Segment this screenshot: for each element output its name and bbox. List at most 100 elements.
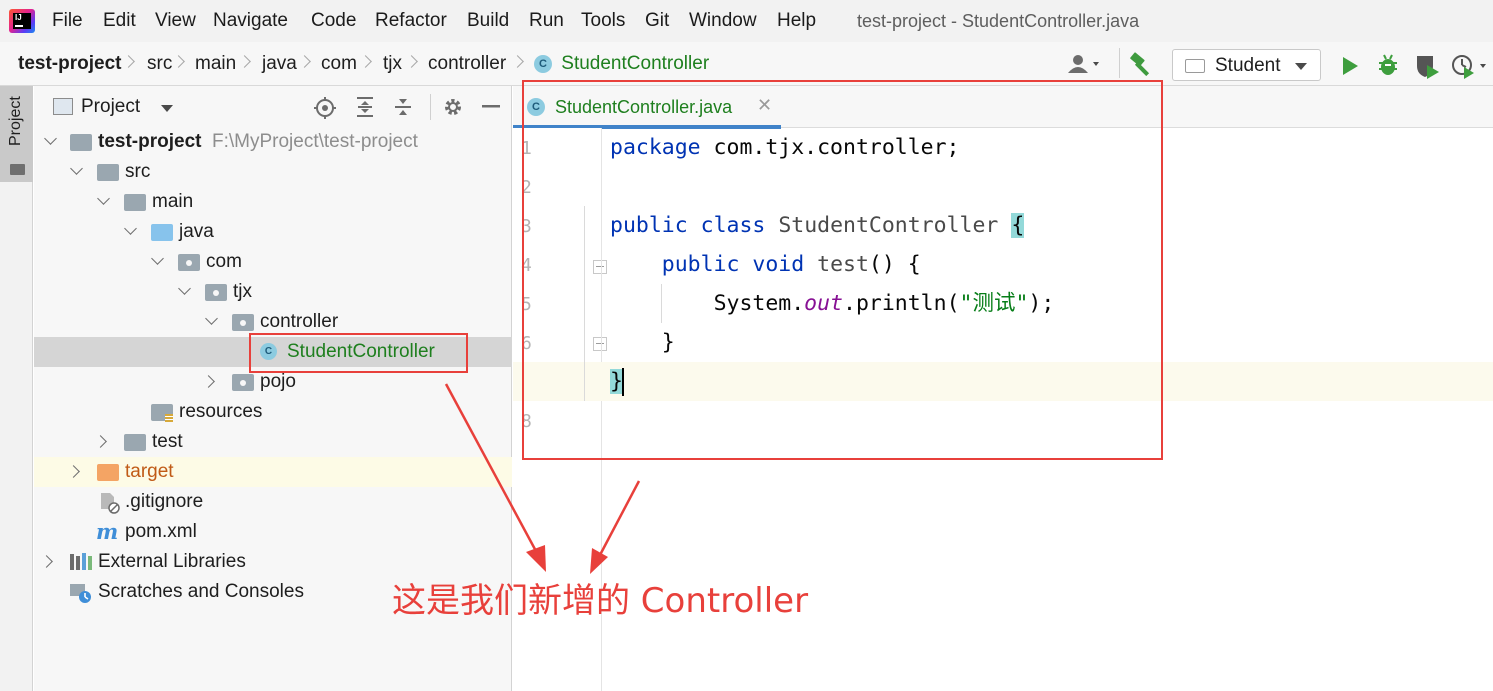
- menu-run[interactable]: Run: [529, 10, 564, 32]
- menu-view[interactable]: View: [155, 10, 196, 32]
- breadcrumb-class[interactable]: C StudentController: [534, 53, 709, 75]
- folder-icon: [70, 134, 92, 151]
- menu-help[interactable]: Help: [777, 10, 816, 32]
- annotation-caption: 这是我们新增的 Controller: [392, 581, 809, 621]
- highlight-box-tree-item: [249, 333, 468, 373]
- tree-label: pom.xml: [125, 521, 197, 542]
- menu-tools[interactable]: Tools: [581, 10, 625, 32]
- chevron-down-icon[interactable]: [97, 192, 110, 205]
- tree-row-com[interactable]: com: [34, 247, 512, 277]
- debug-icon[interactable]: [1376, 53, 1400, 77]
- tree-label: resources: [179, 401, 263, 422]
- menu-refactor[interactable]: Refactor: [375, 10, 447, 32]
- tool-window-tab-project[interactable]: Project: [0, 86, 33, 182]
- scratches-icon: [70, 584, 91, 603]
- minimize-icon[interactable]: [482, 105, 502, 109]
- tool-window-tab-label: Project: [7, 96, 24, 146]
- tree-row-target[interactable]: target: [34, 457, 512, 487]
- tree-label: test: [152, 431, 183, 452]
- folder-icon: [124, 434, 146, 451]
- tree-row-external-libraries[interactable]: External Libraries: [34, 547, 512, 577]
- breadcrumb-com[interactable]: com: [321, 53, 357, 75]
- resources-badge-icon: [165, 414, 173, 422]
- menu-navigate[interactable]: Navigate: [213, 10, 288, 32]
- breadcrumb-separator-icon: [172, 55, 185, 68]
- chevron-down-icon[interactable]: [124, 222, 137, 235]
- tree-label: java: [179, 221, 214, 242]
- panel-header-divider: [430, 94, 431, 120]
- gear-icon[interactable]: [442, 96, 464, 118]
- folder-icon: [10, 164, 25, 175]
- breadcrumb-src[interactable]: src: [147, 53, 172, 75]
- breadcrumb-separator-icon: [511, 55, 524, 68]
- chevron-down-icon[interactable]: [205, 312, 218, 325]
- tree-row-java[interactable]: java: [34, 217, 512, 247]
- chevron-down-icon[interactable]: [44, 132, 57, 145]
- package-icon: [232, 374, 254, 391]
- run-configuration-icon: [1185, 59, 1205, 73]
- menu-window[interactable]: Window: [689, 10, 757, 32]
- tree-row-gitignore[interactable]: .gitignore: [34, 487, 512, 517]
- tree-label: Scratches and Consoles: [98, 581, 304, 602]
- run-configuration-select[interactable]: Student: [1172, 49, 1321, 81]
- excluded-folder-icon: [97, 464, 119, 481]
- breadcrumb-separator-icon: [359, 55, 372, 68]
- ignore-file-icon: [101, 493, 120, 514]
- breadcrumb-separator-icon: [405, 55, 418, 68]
- tree-label: External Libraries: [98, 551, 246, 572]
- coverage-icon[interactable]: [1414, 53, 1440, 79]
- folder-icon: [124, 194, 146, 211]
- breadcrumb-separator-icon: [122, 55, 135, 68]
- breadcrumb-separator-icon: [298, 55, 311, 68]
- java-class-icon: C: [534, 54, 552, 73]
- tree-row-src[interactable]: src: [34, 157, 512, 187]
- chevron-right-icon[interactable]: [40, 555, 53, 568]
- tree-label: com: [206, 251, 242, 272]
- menu-git[interactable]: Git: [645, 10, 669, 32]
- collapse-all-icon[interactable]: [392, 96, 414, 118]
- menu-code[interactable]: Code: [311, 10, 356, 32]
- breadcrumb-tjx[interactable]: tjx: [383, 53, 402, 75]
- chevron-down-icon[interactable]: [70, 162, 83, 175]
- tree-row-project-root[interactable]: test-project F:\MyProject\test-project: [34, 127, 512, 157]
- locate-target-icon[interactable]: [314, 97, 336, 119]
- menu-file[interactable]: File: [52, 10, 83, 32]
- maven-icon: m: [96, 519, 119, 544]
- run-icon[interactable]: [1340, 55, 1360, 77]
- chevron-down-icon[interactable]: [151, 252, 164, 265]
- chevron-down-icon[interactable]: [178, 282, 191, 295]
- tree-label: test-project: [98, 131, 202, 152]
- user-icon[interactable]: [1066, 53, 1108, 75]
- project-path: F:\MyProject\test-project: [212, 131, 418, 152]
- project-panel-header: Project: [34, 86, 512, 128]
- breadcrumb-java[interactable]: java: [262, 53, 297, 75]
- breadcrumb-controller[interactable]: controller: [428, 53, 506, 75]
- run-configuration-label: Student: [1215, 55, 1281, 76]
- build-hammer-icon[interactable]: [1130, 52, 1156, 76]
- tree-row-main[interactable]: main: [34, 187, 512, 217]
- menu-build[interactable]: Build: [467, 10, 509, 32]
- menu-edit[interactable]: Edit: [103, 10, 136, 32]
- tree-label: src: [125, 161, 151, 182]
- chevron-down-icon[interactable]: [161, 105, 173, 112]
- libraries-icon: [70, 553, 92, 570]
- tree-row-pom[interactable]: m pom.xml: [34, 517, 512, 547]
- tree-row-test[interactable]: test: [34, 427, 512, 457]
- project-panel-title[interactable]: Project: [81, 96, 140, 118]
- project-view-icon: [53, 98, 73, 115]
- tree-label: main: [152, 191, 194, 212]
- expand-all-icon[interactable]: [354, 96, 376, 118]
- chevron-right-icon[interactable]: [67, 465, 80, 478]
- tree-label: tjx: [233, 281, 252, 302]
- chevron-right-icon[interactable]: [202, 375, 215, 388]
- tree-label: controller: [260, 311, 339, 332]
- toolbar-divider: [1119, 48, 1120, 78]
- window-title: test-project - StudentController.java: [857, 11, 1140, 31]
- breadcrumb-main[interactable]: main: [195, 53, 236, 75]
- chevron-right-icon[interactable]: [94, 435, 107, 448]
- menu-bar: IJ File Edit View Navigate Code Refactor…: [0, 0, 1493, 42]
- tree-row-tjx[interactable]: tjx: [34, 277, 512, 307]
- tree-row-resources[interactable]: resources: [34, 397, 512, 427]
- breadcrumb-project[interactable]: test-project: [18, 53, 121, 75]
- profile-icon[interactable]: [1451, 53, 1491, 79]
